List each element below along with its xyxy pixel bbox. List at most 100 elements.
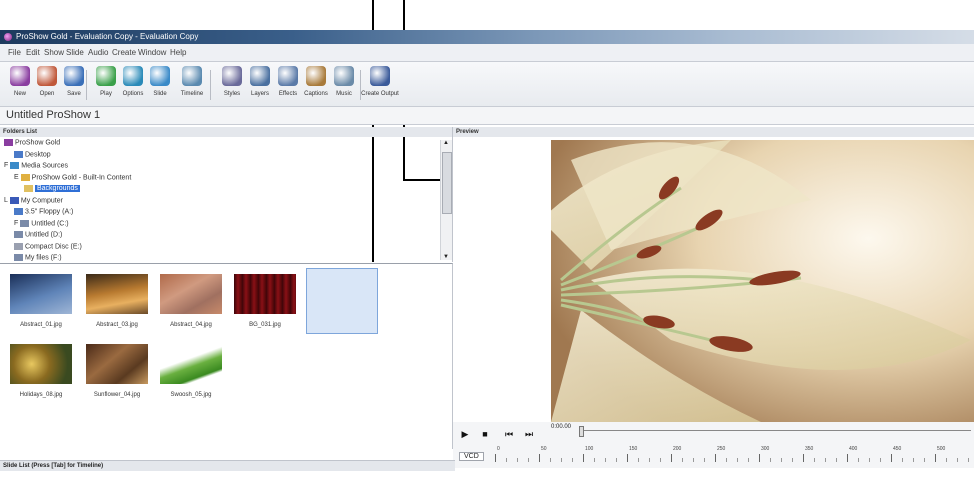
menu-bar: File Edit Show Slide Audio Create Window Help <box>0 44 974 62</box>
menu-audio[interactable]: Audio <box>88 48 108 57</box>
menu-create[interactable]: Create <box>112 48 136 57</box>
file-name[interactable]: Abstract_04.jpg <box>155 322 227 328</box>
ruler-minor-tick <box>660 458 661 462</box>
menu-help[interactable]: Help <box>170 48 186 57</box>
toolbar-label: Timeline <box>180 91 204 97</box>
folder-tree-label: My Computer <box>20 196 63 204</box>
file-thumbnail[interactable] <box>86 274 148 314</box>
scroll-up-arrow[interactable]: ▲ <box>443 140 449 146</box>
folder-tree-item[interactable]: Untitled (D:) <box>14 231 62 238</box>
tree-expander[interactable]: F <box>4 162 8 169</box>
timeline-icon <box>182 66 202 86</box>
ruler-tick <box>627 454 628 462</box>
scroll-thumb[interactable] <box>442 152 452 214</box>
ruler-tick <box>891 454 892 462</box>
stop-button[interactable]: ■ <box>479 428 491 440</box>
ruler-minor-tick <box>957 458 958 462</box>
ruler-minor-tick <box>726 458 727 462</box>
create-output-icon <box>370 66 390 86</box>
position-slider-thumb[interactable] <box>579 426 584 437</box>
menu-window[interactable]: Window <box>138 48 166 57</box>
folder-tree-item[interactable]: Compact Disc (E:) <box>14 242 82 250</box>
menu-file[interactable]: File <box>8 48 21 57</box>
toolbar-create-output-button[interactable]: Create Output <box>361 66 399 97</box>
file-thumbnail[interactable] <box>10 344 72 384</box>
position-slider-track[interactable] <box>581 430 971 431</box>
ruler-tick-label: 450 <box>893 446 902 452</box>
ruler-minor-tick <box>902 458 903 462</box>
file-thumbnail[interactable] <box>10 274 72 314</box>
ruler-minor-tick <box>528 458 529 462</box>
toolbar-timeline-button[interactable]: Timeline <box>178 66 206 97</box>
title-bar: ProShow Gold - Evaluation Copy - Evaluat… <box>0 30 974 44</box>
output-format: VCD <box>459 452 484 461</box>
proshow-logo-icon <box>4 33 12 41</box>
file-name[interactable]: Holidays_08.jpg <box>5 392 77 398</box>
folders-scrollbar[interactable]: ▲ ▼ <box>440 140 452 260</box>
ruler-tick <box>759 454 760 462</box>
ruler-minor-tick <box>682 458 683 462</box>
folder-tree-label: Untitled (C:) <box>31 219 69 227</box>
folder-tree-label: Desktop <box>25 150 51 158</box>
ruler-tick-label: 50 <box>541 446 547 452</box>
folder-tree-label: ProShow Gold <box>15 139 61 147</box>
ruler-minor-tick <box>781 458 782 462</box>
ruler-minor-tick <box>693 458 694 462</box>
timeline-ruler: 0 50 100 150 200 250 300 350 400 450 500 <box>487 446 974 466</box>
status-bar: Slide List (Press [Tab] for Timeline) <box>0 460 455 471</box>
toolbar-music-button[interactable]: Music <box>330 66 358 97</box>
ruler-minor-tick <box>814 458 815 462</box>
ruler-minor-tick <box>616 458 617 462</box>
folder-icon <box>14 254 23 261</box>
folder-icon <box>20 173 30 181</box>
tree-expander[interactable]: F <box>14 220 18 227</box>
ruler-minor-tick <box>594 458 595 462</box>
file-name[interactable]: Abstract_03.jpg <box>81 322 153 328</box>
file-selection-highlight <box>306 268 378 334</box>
toolbar-slide-button[interactable]: Slide <box>146 66 174 97</box>
ruler-tick-label: 150 <box>629 446 638 452</box>
file-thumbnail[interactable] <box>160 344 222 384</box>
folder-tree-item[interactable]: E ProShow Gold - Built-In Content <box>14 173 131 181</box>
captions-icon <box>306 66 326 86</box>
folder-tree-item[interactable]: Desktop <box>14 150 51 158</box>
file-thumbnail[interactable] <box>234 274 296 314</box>
toolbar: New Open Save Play Options Slide Timeline Style… <box>0 62 974 107</box>
folder-tree-item[interactable]: ProShow Gold <box>4 139 60 146</box>
toolbar-separator <box>360 70 361 100</box>
ruler-tick-label: 400 <box>849 446 858 452</box>
folder-tree-item[interactable]: My files (F:) <box>14 254 62 261</box>
folder-tree-item[interactable]: F Untitled (C:) <box>14 219 69 227</box>
toolbar-separator <box>210 70 211 100</box>
folder-tree-item[interactable]: L My Computer <box>4 196 63 204</box>
menu-slide[interactable]: Slide <box>66 48 84 57</box>
file-thumbnail[interactable] <box>160 274 222 314</box>
ruler-minor-tick <box>869 458 870 462</box>
folder-icon <box>14 231 23 238</box>
file-name[interactable]: BG_031.jpg <box>229 322 301 328</box>
folder-icon <box>4 139 13 146</box>
folder-tree-label: Backgrounds <box>35 185 80 193</box>
next-button[interactable]: ⏭ <box>523 428 535 440</box>
folder-icon <box>14 242 23 250</box>
folder-tree-item[interactable]: 3.5" Floppy (A:) <box>14 208 73 215</box>
folder-tree-item[interactable]: Backgrounds <box>24 185 80 193</box>
folder-icon <box>20 219 30 227</box>
menu-edit[interactable]: Edit <box>26 48 40 57</box>
file-thumbnail[interactable] <box>86 344 148 384</box>
tree-expander[interactable]: E <box>14 174 19 181</box>
folder-tree-item[interactable]: F Media Sources <box>4 162 68 169</box>
file-name[interactable]: Abstract_01.jpg <box>5 322 77 328</box>
scroll-down-arrow[interactable]: ▼ <box>443 254 449 260</box>
folder-icon <box>10 162 20 169</box>
ruler-tick-label: 100 <box>585 446 594 452</box>
toolbar-save-button[interactable]: Save <box>60 66 88 97</box>
tree-expander[interactable]: L <box>4 197 8 204</box>
folders-panel: Folders List ProShow Gold Desktop F Media S… <box>0 127 453 262</box>
toolbar-separator <box>86 70 87 100</box>
file-name[interactable]: Swoosh_05.jpg <box>155 392 227 398</box>
menu-show[interactable]: Show <box>44 48 64 57</box>
previous-button[interactable]: ⏮ <box>503 428 515 440</box>
play-button[interactable]: ▶ <box>459 428 471 440</box>
file-name[interactable]: Sunflower_04.jpg <box>81 392 153 398</box>
